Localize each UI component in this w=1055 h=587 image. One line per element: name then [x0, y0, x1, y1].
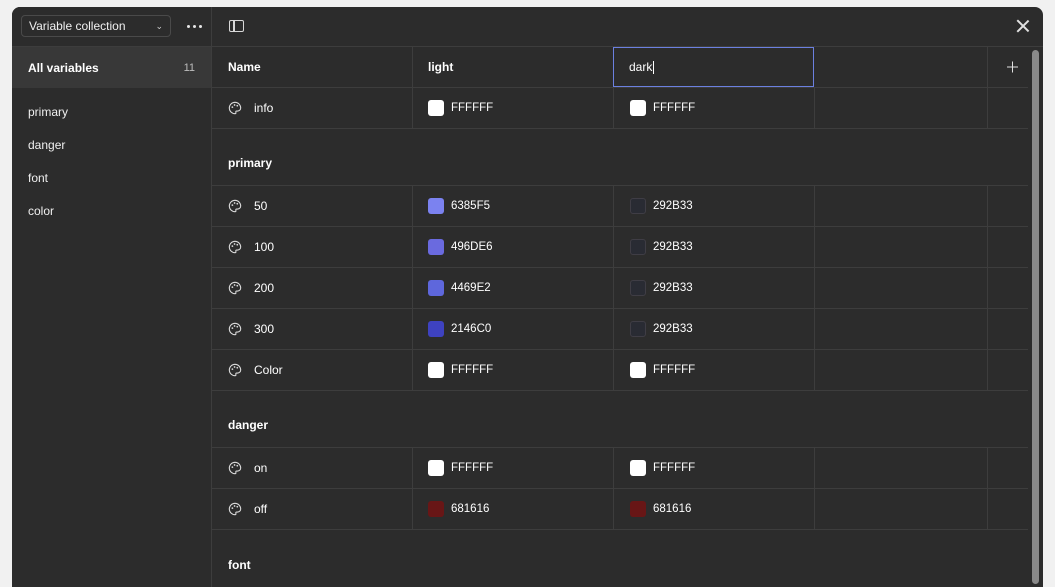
variable-name: 300: [254, 322, 275, 336]
color-swatch[interactable]: [428, 362, 444, 378]
light-value[interactable]: 496DE6: [451, 241, 493, 253]
group-title: danger: [228, 418, 269, 432]
group-title: primary: [228, 156, 273, 170]
variables-table: Name light dark info FFFFFF FFFFFF prima…: [212, 47, 1028, 587]
light-value[interactable]: FFFFFF: [451, 364, 493, 376]
light-value[interactable]: 6385F5: [451, 200, 490, 212]
sidebar-item-color[interactable]: color: [12, 194, 211, 227]
color-swatch[interactable]: [428, 198, 444, 214]
dark-value[interactable]: 292B33: [653, 323, 693, 335]
color-swatch[interactable]: [630, 100, 646, 116]
color-swatch[interactable]: [630, 460, 646, 476]
column-header-name: Name: [228, 60, 261, 74]
all-variables-label: All variables: [28, 60, 99, 75]
sidebar-toggle-icon[interactable]: [229, 20, 244, 32]
dark-value[interactable]: FFFFFF: [653, 102, 695, 114]
table-row[interactable]: Color FFFFFF FFFFFF: [212, 350, 1028, 391]
color-swatch[interactable]: [630, 321, 646, 337]
group-list: primary danger font color: [12, 95, 211, 227]
light-value[interactable]: 2146C0: [451, 323, 491, 335]
dark-value[interactable]: FFFFFF: [653, 364, 695, 376]
variable-name: info: [254, 101, 274, 115]
group-header-danger: danger: [212, 391, 1028, 448]
variable-name: on: [254, 461, 268, 475]
color-swatch[interactable]: [428, 321, 444, 337]
palette-icon: [228, 240, 242, 254]
add-mode-button[interactable]: [1007, 61, 1018, 73]
color-swatch[interactable]: [428, 460, 444, 476]
palette-icon: [228, 101, 242, 115]
color-swatch[interactable]: [630, 198, 646, 214]
light-value[interactable]: 4469E2: [451, 282, 491, 294]
color-swatch[interactable]: [428, 280, 444, 296]
palette-icon: [228, 281, 242, 295]
close-icon[interactable]: [1016, 19, 1030, 33]
variable-name: 200: [254, 281, 275, 295]
light-value[interactable]: FFFFFF: [451, 102, 493, 114]
column-header-light[interactable]: light: [428, 47, 613, 87]
palette-icon: [228, 363, 242, 377]
palette-icon: [228, 322, 242, 336]
table-row[interactable]: 300 2146C0 292B33: [212, 309, 1028, 350]
dark-value[interactable]: 681616: [653, 503, 691, 515]
sidebar: Variable collection ⌄ All variables 11 p…: [12, 7, 212, 587]
color-swatch[interactable]: [630, 362, 646, 378]
palette-icon: [228, 199, 242, 213]
all-variables-count: 11: [183, 61, 195, 74]
color-swatch[interactable]: [630, 239, 646, 255]
light-value[interactable]: FFFFFF: [451, 462, 493, 474]
color-swatch[interactable]: [630, 280, 646, 296]
mode-name-value: dark: [629, 60, 653, 74]
chevron-down-icon: ⌄: [155, 20, 163, 31]
palette-icon: [228, 461, 242, 475]
group-header-primary: primary: [212, 129, 1028, 186]
sidebar-item-primary[interactable]: primary: [12, 95, 211, 128]
table-row[interactable]: off 681616 681616: [212, 489, 1028, 530]
variable-name: 100: [254, 240, 275, 254]
color-swatch[interactable]: [630, 501, 646, 517]
sidebar-item-all-variables[interactable]: All variables 11: [12, 47, 211, 88]
color-swatch[interactable]: [428, 501, 444, 517]
table-row[interactable]: 100 496DE6 292B33: [212, 227, 1028, 268]
variable-name: off: [254, 502, 268, 516]
group-title: font: [228, 558, 251, 572]
variable-name: 50: [254, 199, 268, 213]
dark-value[interactable]: 292B33: [653, 282, 693, 294]
table-row[interactable]: 200 4469E2 292B33: [212, 268, 1028, 309]
dark-value[interactable]: FFFFFF: [653, 462, 695, 474]
color-swatch[interactable]: [428, 239, 444, 255]
collection-dropdown-label: Variable collection: [29, 19, 126, 33]
collection-dropdown[interactable]: Variable collection ⌄: [21, 15, 171, 37]
more-icon[interactable]: [184, 18, 204, 34]
palette-icon: [228, 502, 242, 516]
table-row[interactable]: 50 6385F5 292B33: [212, 186, 1028, 227]
variables-window: Variable collection ⌄ All variables 11 p…: [12, 7, 1043, 587]
dark-value[interactable]: 292B33: [653, 200, 693, 212]
sidebar-item-font[interactable]: font: [12, 161, 211, 194]
variable-name: Color: [254, 363, 283, 377]
table-row[interactable]: on FFFFFF FFFFFF: [212, 448, 1028, 489]
mode-name-input[interactable]: dark: [613, 47, 814, 87]
color-swatch[interactable]: [428, 100, 444, 116]
light-value[interactable]: 681616: [451, 503, 489, 515]
group-header-font: font: [212, 530, 1028, 587]
sidebar-item-danger[interactable]: danger: [12, 128, 211, 161]
table-row[interactable]: info FFFFFF FFFFFF: [212, 88, 1028, 129]
dark-value[interactable]: 292B33: [653, 241, 693, 253]
scrollbar-thumb[interactable]: [1032, 50, 1039, 584]
table-header-row: Name light dark: [212, 47, 1028, 88]
